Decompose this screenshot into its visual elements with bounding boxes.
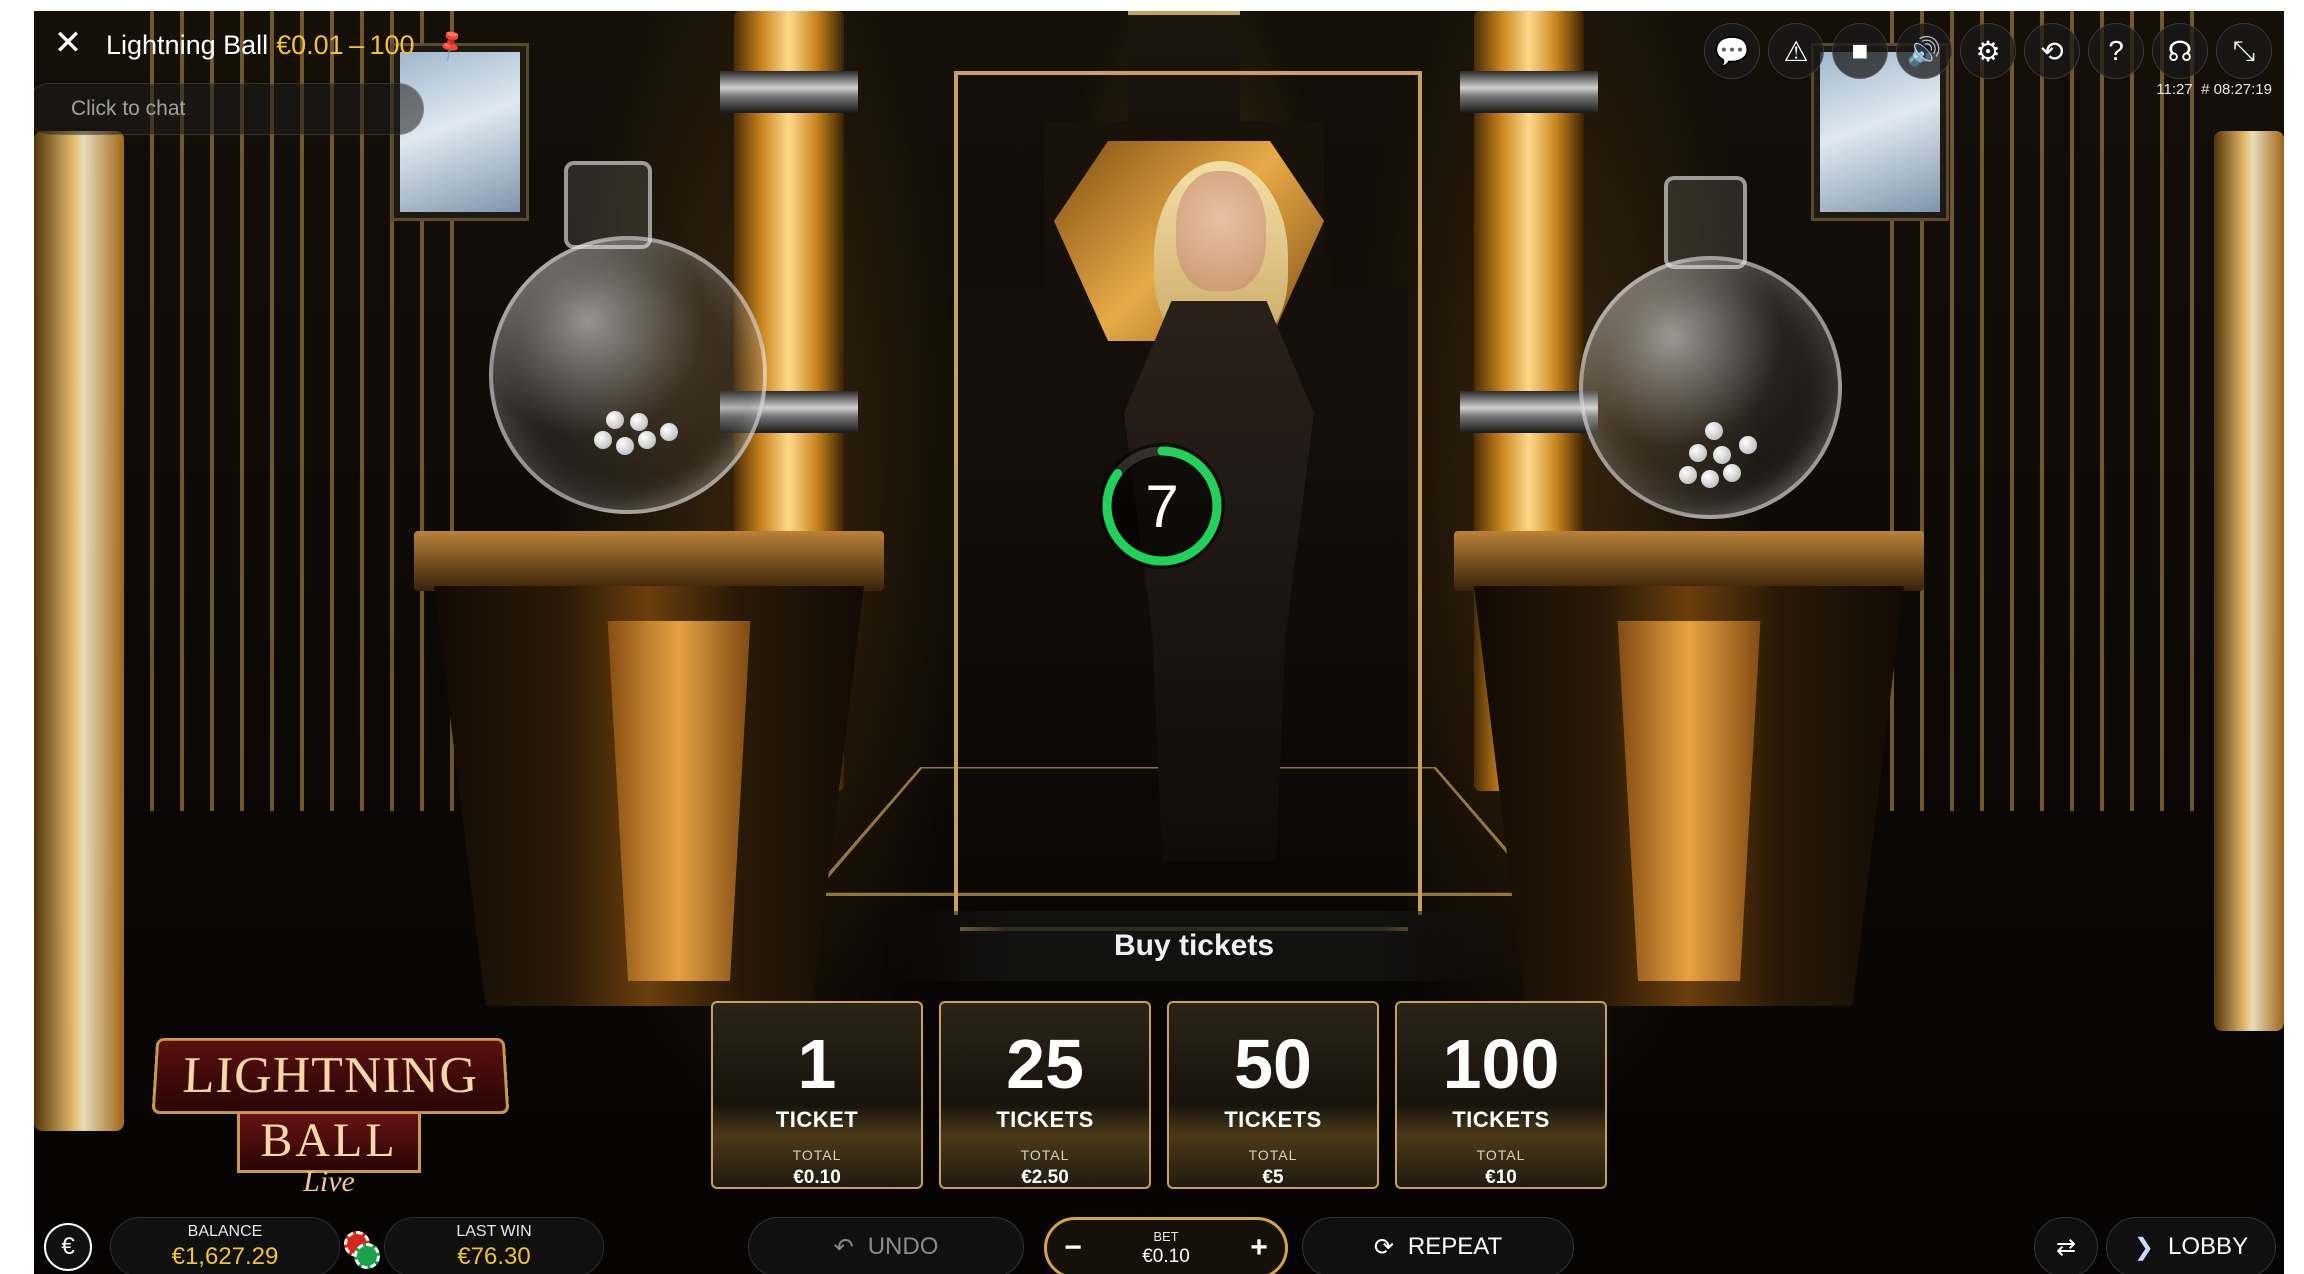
support-button[interactable]: ☊ — [2152, 23, 2208, 79]
close-icon: ✕ — [53, 24, 83, 62]
undo-label: UNDO — [867, 1233, 939, 1260]
logo-line-1: LIGHTNING — [151, 1037, 510, 1115]
logo-line-3: Live — [303, 1165, 355, 1198]
pin-icon[interactable]: 📌 — [432, 26, 469, 63]
repeat-icon: ⟳ — [1373, 1233, 1394, 1261]
left-window-painting — [394, 46, 526, 218]
left-pedestal-top — [414, 531, 884, 591]
switch-table-button[interactable]: ⇄ — [2034, 1217, 2098, 1274]
warning-icon: ⚠ — [1783, 35, 1809, 67]
balance-value: €1,627.29 — [171, 1243, 279, 1270]
close-button[interactable]: ✕ — [48, 23, 88, 63]
warning-button[interactable]: ⚠ — [1768, 23, 1824, 79]
ticket-unit: TICKET — [775, 1107, 859, 1132]
ticket-unit: TICKETS — [1224, 1107, 1322, 1132]
ticket-option-100[interactable]: 100 TICKETS TOTAL €10 — [1395, 1001, 1607, 1189]
last-win-box: LAST WIN €76.30 — [384, 1217, 604, 1274]
exit-fullscreen-icon: ⤡ — [2232, 34, 2256, 66]
left-globe-neck — [564, 161, 652, 249]
currency-button[interactable]: € — [44, 1223, 92, 1271]
ticket-unit: TICKETS — [1452, 1107, 1550, 1132]
buy-tickets-banner: Buy tickets — [884, 911, 1504, 981]
chat-icon: 💬 — [1714, 35, 1750, 67]
help-icon: ? — [2108, 35, 2124, 66]
round-id: # 08:27:19 — [2201, 81, 2272, 98]
settings-button[interactable]: ⚙ — [1960, 23, 2016, 79]
ticket-unit: TICKETS — [996, 1107, 1094, 1132]
top-toolbar: 💬 ⚠ ■ 🔊 ⚙ ⟲ ? ☊ ⤡ — [1704, 23, 2272, 79]
chat-button[interactable]: 💬 — [1704, 23, 1760, 79]
undo-icon: ↶ — [833, 1233, 854, 1261]
game-name: Lightning Ball — [106, 29, 269, 60]
undo-button[interactable]: ↶ UNDO — [748, 1217, 1024, 1274]
right-lamp — [2214, 131, 2284, 1031]
buy-tickets-title: Buy tickets — [1113, 929, 1275, 962]
video-button[interactable]: ■ — [1832, 23, 1888, 79]
lobby-icon: ❯ — [2133, 1233, 2155, 1261]
bet-label: BET — [1153, 1228, 1179, 1244]
sound-button[interactable]: 🔊 — [1896, 23, 1952, 79]
left-lottery-globe — [489, 236, 767, 514]
sound-icon: 🔊 — [1906, 35, 1942, 67]
timer-seconds: 7 — [1145, 472, 1179, 540]
support-icon: ☊ — [2167, 35, 2193, 67]
switch-table-icon: ⇄ — [2055, 1233, 2077, 1261]
ticket-option-1[interactable]: 1 TICKET TOTAL €0.10 — [711, 1001, 923, 1189]
ticket-options: 1 TICKET TOTAL €0.10 25 TICKETS TOTAL €2… — [711, 1001, 1607, 1189]
balance-label: BALANCE — [187, 1223, 263, 1240]
left-lamp — [34, 131, 124, 1131]
balance-box: BALANCE €1,627.29 — [110, 1217, 340, 1274]
countdown-timer: 7 — [1099, 443, 1225, 569]
settings-icon: ⚙ — [1975, 35, 2001, 67]
ticket-total-label: TOTAL — [1248, 1147, 1298, 1163]
clock-time: 11:27 — [2156, 81, 2193, 98]
bottom-bar: € BALANCE €1,627.29 LAST WIN €76.30 ↶ UN… — [34, 1211, 2284, 1274]
video-icon: ■ — [1851, 35, 1869, 66]
bet-value: €0.10 — [1142, 1245, 1190, 1267]
clock-readout: 11:27 # 08:27:19 — [2156, 81, 2272, 98]
bet-control: − BET €0.10 + — [1044, 1217, 1288, 1274]
live-video-stage: ✕ Lightning Ball €0.01 – 100 📌 💬 ⚠ ■ 🔊 ⚙… — [34, 11, 2284, 1274]
repeat-label: REPEAT — [1407, 1233, 1503, 1260]
right-pedestal-top — [1454, 531, 1924, 591]
ticket-total: €10 — [1485, 1167, 1517, 1188]
bet-display: BET €0.10 — [1142, 1229, 1190, 1268]
chips-icon — [344, 1231, 384, 1271]
ticket-total-label: TOTAL — [792, 1147, 842, 1163]
ticket-count: 50 — [1234, 1025, 1312, 1103]
last-win-label: LAST WIN — [456, 1223, 532, 1240]
game-logo: LIGHTNING BALL Live — [151, 1037, 510, 1198]
bet-increase-button[interactable]: + — [1243, 1231, 1275, 1264]
logo-line-2: BALL — [237, 1108, 421, 1173]
ticket-option-25[interactable]: 25 TICKETS TOTAL €2.50 — [939, 1001, 1151, 1189]
lobby-button[interactable]: ❯ LOBBY — [2106, 1217, 2276, 1274]
ticket-option-50[interactable]: 50 TICKETS TOTAL €5 — [1167, 1001, 1379, 1189]
lobby-label: LOBBY — [2168, 1233, 2249, 1260]
repeat-button[interactable]: ⟳ REPEAT — [1302, 1217, 1574, 1274]
ticket-count: 1 — [797, 1025, 837, 1103]
last-win-value: €76.30 — [457, 1243, 531, 1270]
chat-input[interactable] — [34, 83, 424, 135]
bet-decrease-button[interactable]: − — [1057, 1231, 1089, 1264]
history-button[interactable]: ⟲ — [2024, 23, 2080, 79]
right-globe-neck — [1664, 176, 1747, 269]
exit-fullscreen-button[interactable]: ⤡ — [2216, 23, 2272, 79]
euro-icon: € — [61, 1233, 75, 1260]
ticket-total: €0.10 — [793, 1167, 841, 1188]
ticket-count: 100 — [1442, 1025, 1560, 1103]
game-title: Lightning Ball €0.01 – 100 📌 — [106, 26, 468, 63]
history-icon: ⟲ — [2040, 35, 2064, 67]
help-button[interactable]: ? — [2088, 23, 2144, 79]
ticket-total: €5 — [1262, 1167, 1284, 1188]
bet-limits: €0.01 – 100 — [276, 29, 415, 60]
ticket-total: €2.50 — [1021, 1167, 1069, 1188]
ticket-total-label: TOTAL — [1020, 1147, 1070, 1163]
ticket-total-label: TOTAL — [1476, 1147, 1526, 1163]
ticket-count: 25 — [1006, 1025, 1084, 1103]
